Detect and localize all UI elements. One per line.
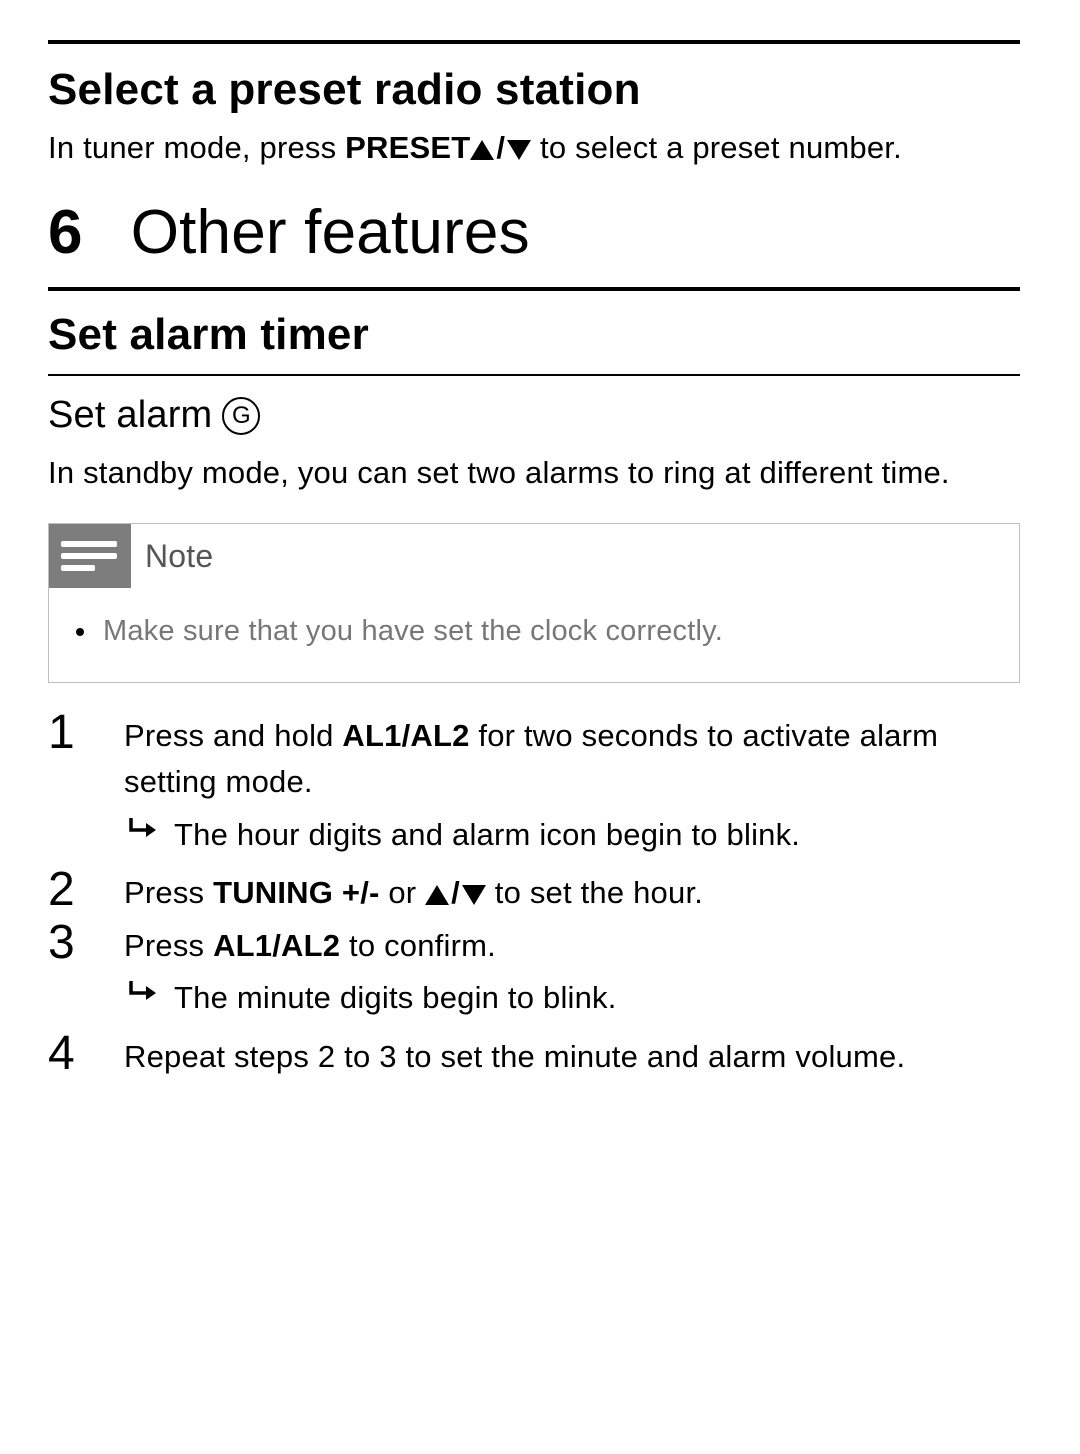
note-callout: Note Make sure that you have set the clo… [48,523,1020,682]
note-body: Make sure that you have set the clock co… [49,588,1019,681]
button-label: AL1/AL2 [213,928,340,963]
text: to set the hour. [486,875,703,910]
step-result: The hour digits and alarm icon begin to … [124,812,1020,859]
step-number: 2 [48,866,96,914]
text: Press [124,928,213,963]
result-arrow-icon [128,979,156,1003]
text: to select a preset number. [531,130,902,165]
step-number: 1 [48,709,96,757]
triangle-up-icon [425,885,449,905]
text: Press [124,875,213,910]
step-body: Repeat steps 2 to 3 to set the minute an… [124,1034,1020,1081]
divider [48,287,1020,291]
triangle-down-icon [507,140,531,160]
step-number: 3 [48,919,96,967]
result-arrow-icon [128,816,156,840]
triangle-up-icon [470,140,494,160]
slash: / [496,127,505,169]
step: 4Repeat steps 2 to 3 to set the minute a… [48,1034,1020,1081]
button-label: AL1/AL2 [342,718,469,753]
diagram-ref-g-icon: G [222,397,260,435]
subsection-text: Set alarm [48,390,212,441]
chapter-title: Other features [131,191,530,275]
note-label: Note [145,535,213,578]
subsection-title-set-alarm: Set alarm G [48,390,1020,441]
preset-button-label: PRESET [345,130,470,165]
chapter-number: 6 [48,191,83,275]
step: 1Press and hold AL1/AL2 for two seconds … [48,713,1020,865]
note-icon [49,524,131,588]
triangle-down-icon [462,885,486,905]
step: 3Press AL1/AL2 to confirm.The minute dig… [48,923,1020,1028]
text: Press and hold [124,718,342,753]
chapter-heading: 6 Other features [48,191,1020,275]
preset-intro: In tuner mode, press PRESET / to select a… [48,127,1020,169]
text: or [380,875,426,910]
step-body: Press AL1/AL2 to confirm. The minute digi… [124,923,1020,1028]
section-title-alarm: Set alarm timer [48,305,1020,364]
text: Repeat steps 2 to 3 to set the minute an… [124,1039,905,1074]
step-text: Press AL1/AL2 to confirm. [124,923,1020,970]
step-text: Press TUNING +/- or / to set the hour. [124,870,1020,917]
step-body: Press TUNING +/- or / to set the hour. [124,870,1020,917]
manual-page: Select a preset radio station In tuner m… [0,0,1080,1454]
button-label: TUNING +/- [213,875,379,910]
text: In tuner mode, press [48,130,345,165]
alarm-intro: In standby mode, you can set two alarms … [48,452,1020,494]
step-text: Press and hold AL1/AL2 for two seconds t… [124,713,1020,806]
slash: / [451,870,460,917]
steps-list: 1Press and hold AL1/AL2 for two seconds … [48,713,1020,1081]
step-result-text: The minute digits begin to blink. [174,975,1020,1022]
divider [48,40,1020,44]
text: to confirm. [340,928,496,963]
note-list: Make sure that you have set the clock co… [77,612,999,651]
step-result-text: The hour digits and alarm icon begin to … [174,812,1020,859]
step-number: 4 [48,1030,96,1078]
divider [48,374,1020,376]
step: 2Press TUNING +/- or / to set the hour. [48,870,1020,917]
section-title-preset: Select a preset radio station [48,60,1020,119]
note-item: Make sure that you have set the clock co… [99,612,999,651]
note-header: Note [49,524,1019,588]
step-body: Press and hold AL1/AL2 for two seconds t… [124,713,1020,865]
step-text: Repeat steps 2 to 3 to set the minute an… [124,1034,1020,1081]
step-result: The minute digits begin to blink. [124,975,1020,1022]
